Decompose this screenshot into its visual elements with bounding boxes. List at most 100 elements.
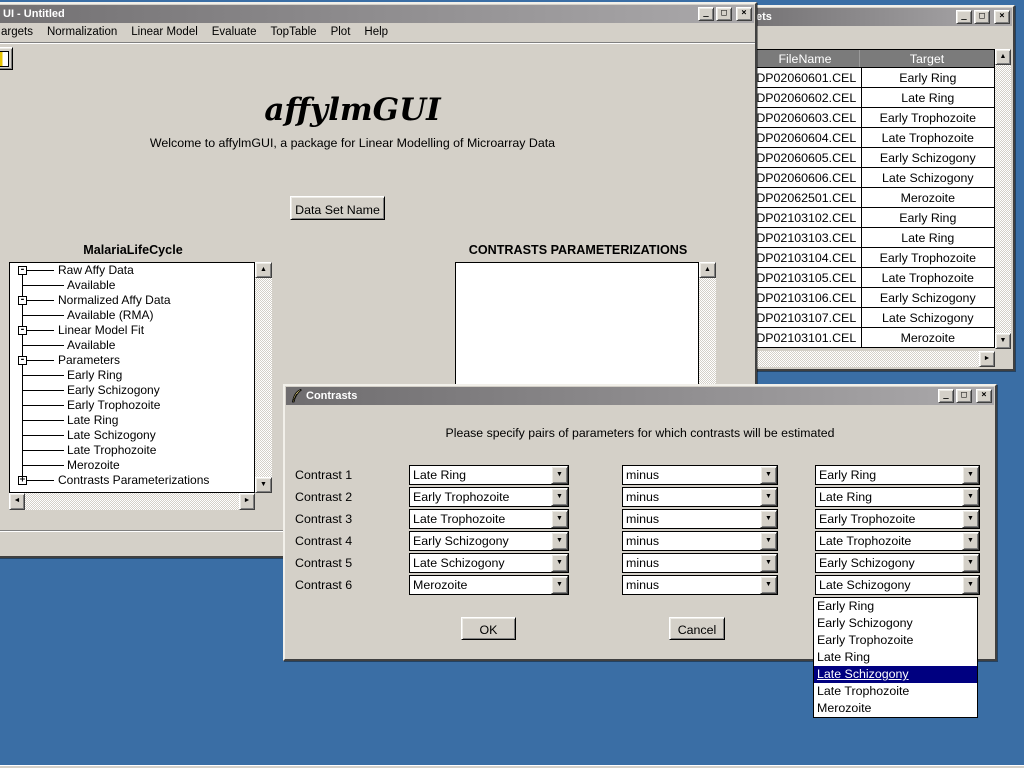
menu-item[interactable]: Evaluate (205, 24, 264, 41)
menu-item[interactable]: Normalization (40, 24, 124, 41)
tree-item[interactable]: Late Trophozoite (10, 443, 254, 458)
scrollbar-track[interactable] (255, 278, 272, 477)
dropdown-arrow-icon[interactable]: ▼ (551, 488, 568, 506)
main-titlebar[interactable]: UI - Untitled _ □ × (0, 5, 754, 23)
tree-item[interactable]: Linear Model Fit (10, 323, 254, 338)
tree-expander-icon[interactable] (18, 476, 27, 485)
dropdown-arrow-icon[interactable]: ▼ (962, 554, 979, 572)
dropdown-arrow-icon[interactable]: ▼ (551, 532, 568, 550)
targets-titlebar[interactable]: Targets _ □ × (723, 8, 1012, 26)
dropdown-arrow-icon[interactable]: ▼ (962, 466, 979, 484)
maximize-icon[interactable]: □ (956, 389, 972, 403)
menu-item[interactable]: argets (0, 24, 40, 41)
scrollbar-track[interactable] (25, 493, 239, 510)
tree-item[interactable]: Available (10, 278, 254, 293)
table-row[interactable]: DP02060601.CEL Early Ring (751, 68, 995, 88)
toolbar-open-button[interactable] (0, 47, 13, 70)
targets-vertical-scrollbar[interactable]: ▲ ▼ (995, 49, 1011, 349)
tree-item[interactable]: Early Schizogony (10, 383, 254, 398)
dropdown-option[interactable]: Late Trophozoite (814, 683, 977, 700)
scrollbar-track[interactable] (738, 351, 979, 367)
operator-dropdown[interactable]: minus ▼ (622, 531, 778, 551)
menu-item[interactable]: Plot (324, 24, 358, 41)
dropdown-arrow-icon[interactable]: ▼ (962, 510, 979, 528)
parameter2-dropdown[interactable]: Early Schizogony ▼ (815, 553, 980, 573)
close-icon[interactable]: × (976, 389, 992, 403)
tree-item[interactable]: Early Ring (10, 368, 254, 383)
table-row[interactable]: DP02060605.CEL Early Schizogony (751, 148, 995, 168)
menu-item[interactable]: Help (357, 24, 395, 41)
tree-view[interactable]: Raw Affy Data Available Normalized Affy … (9, 262, 255, 493)
dropdown-arrow-icon[interactable]: ▼ (551, 554, 568, 572)
table-row[interactable]: DP02060602.CEL Late Ring (751, 88, 995, 108)
tree-item[interactable]: Parameters (10, 353, 254, 368)
tree-item[interactable]: Early Trophozoite (10, 398, 254, 413)
scroll-down-icon[interactable]: ▼ (255, 477, 272, 493)
tree-item[interactable]: Late Schizogony (10, 428, 254, 443)
tree-item[interactable]: Late Ring (10, 413, 254, 428)
tree-expander-icon[interactable] (18, 266, 27, 275)
data-set-name-button[interactable]: Data Set Name (290, 196, 385, 220)
scroll-left-icon[interactable]: ◄ (9, 493, 25, 510)
operator-dropdown[interactable]: minus ▼ (622, 575, 778, 595)
scroll-right-icon[interactable]: ► (979, 351, 995, 367)
menu-item[interactable]: Linear Model (124, 24, 204, 41)
table-row[interactable]: DP02103107.CEL Late Schizogony (751, 308, 995, 328)
tree-item[interactable]: Contrasts Parameterizations (10, 473, 254, 488)
scrollbar-track[interactable] (995, 65, 1011, 333)
table-row[interactable]: DP02103102.CEL Early Ring (751, 208, 995, 228)
tree-expander-icon[interactable] (18, 356, 27, 365)
parameter2-dropdown[interactable]: Late Schizogony ▼ (815, 575, 980, 595)
dropdown-arrow-icon[interactable]: ▼ (760, 576, 777, 594)
dropdown-arrow-icon[interactable]: ▼ (551, 466, 568, 484)
tree-item[interactable]: Raw Affy Data (10, 263, 254, 278)
dropdown-option[interactable]: Early Trophozoite (814, 632, 977, 649)
dropdown-arrow-icon[interactable]: ▼ (962, 532, 979, 550)
close-icon[interactable]: × (994, 10, 1010, 24)
dropdown-option[interactable]: Early Ring (814, 598, 977, 615)
table-row[interactable]: DP02060606.CEL Late Schizogony (751, 168, 995, 188)
tree-expander-icon[interactable] (18, 326, 27, 335)
maximize-icon[interactable]: □ (974, 10, 990, 24)
dropdown-arrow-icon[interactable]: ▼ (962, 576, 979, 594)
contrasts-titlebar[interactable]: Contrasts _ □ × (286, 387, 994, 405)
operator-dropdown[interactable]: minus ▼ (622, 465, 778, 485)
parameter2-dropdown[interactable]: Early Trophozoite ▼ (815, 509, 980, 529)
parameter1-dropdown[interactable]: Late Trophozoite ▼ (409, 509, 569, 529)
dropdown-arrow-icon[interactable]: ▼ (962, 488, 979, 506)
ok-button[interactable]: OK (461, 617, 516, 640)
dropdown-option[interactable]: Merozoite (814, 700, 977, 717)
tree-vertical-scrollbar[interactable]: ▲ ▼ (255, 262, 272, 493)
scroll-down-icon[interactable]: ▼ (995, 333, 1011, 349)
operator-dropdown[interactable]: minus ▼ (622, 487, 778, 507)
scroll-up-icon[interactable]: ▲ (995, 49, 1011, 65)
dropdown-arrow-icon[interactable]: ▼ (551, 510, 568, 528)
table-row[interactable]: DP02103103.CEL Late Ring (751, 228, 995, 248)
cancel-button[interactable]: Cancel (669, 617, 725, 640)
operator-dropdown[interactable]: minus ▼ (622, 509, 778, 529)
table-row[interactable]: DP02103104.CEL Early Trophozoite (751, 248, 995, 268)
dropdown-option[interactable]: Late Schizogony (814, 666, 977, 683)
parameter2-dropdown[interactable]: Early Ring ▼ (815, 465, 980, 485)
parameter2-dropdown[interactable]: Late Trophozoite ▼ (815, 531, 980, 551)
tree-horizontal-scrollbar[interactable]: ◄ ► (9, 493, 255, 510)
dropdown-arrow-icon[interactable]: ▼ (760, 532, 777, 550)
tree-item[interactable]: Available (RMA) (10, 308, 254, 323)
menu-item[interactable]: TopTable (264, 24, 324, 41)
table-row[interactable]: DP02060603.CEL Early Trophozoite (751, 108, 995, 128)
parameter1-dropdown[interactable]: Late Ring ▼ (409, 465, 569, 485)
dropdown-arrow-icon[interactable]: ▼ (760, 488, 777, 506)
targets-horizontal-scrollbar[interactable]: ◄ ► (722, 351, 995, 367)
tree-item[interactable]: Available (10, 338, 254, 353)
parameter1-dropdown[interactable]: Late Schizogony ▼ (409, 553, 569, 573)
dropdown-arrow-icon[interactable]: ▼ (760, 554, 777, 572)
close-icon[interactable]: × (736, 7, 752, 21)
dropdown-option[interactable]: Early Schizogony (814, 615, 977, 632)
parameter1-dropdown[interactable]: Merozoite ▼ (409, 575, 569, 595)
tree-item[interactable]: Merozoite (10, 458, 254, 473)
dropdown-option[interactable]: Late Ring (814, 649, 977, 666)
scroll-right-icon[interactable]: ► (239, 493, 255, 510)
parameter1-dropdown[interactable]: Early Trophozoite ▼ (409, 487, 569, 507)
parameter2-dropdown[interactable]: Late Ring ▼ (815, 487, 980, 507)
dropdown-arrow-icon[interactable]: ▼ (760, 510, 777, 528)
